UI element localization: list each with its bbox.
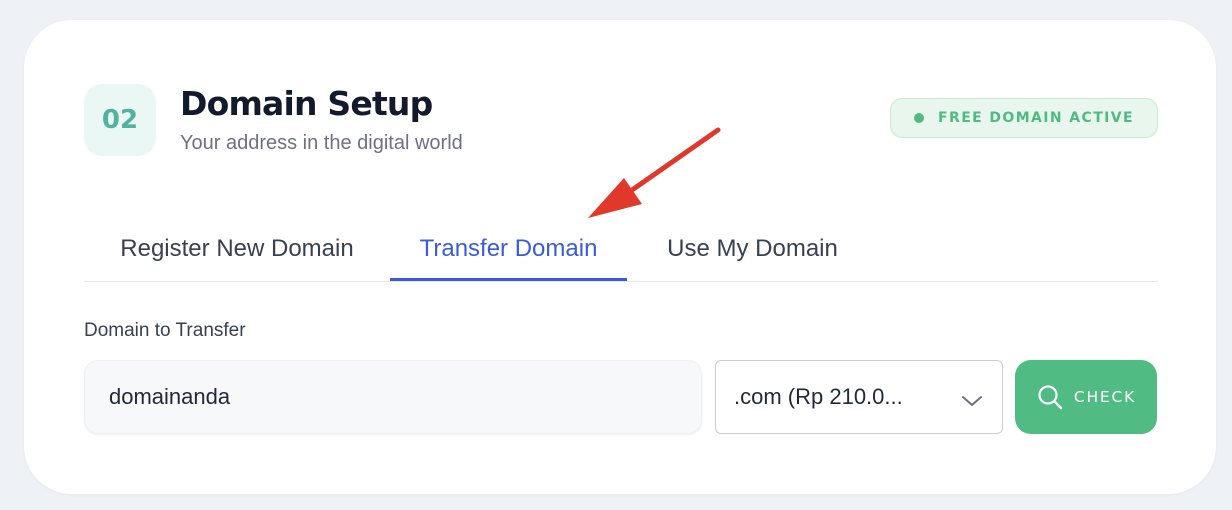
domain-tabs: Register New Domain Transfer Domain Use … xyxy=(84,218,1158,282)
status-badge-label: FREE DOMAIN ACTIVE xyxy=(938,110,1134,126)
domain-input[interactable] xyxy=(84,360,702,434)
tld-select[interactable]: .com (Rp 210.0... xyxy=(715,360,1003,434)
section-subtitle: Your address in the digital world xyxy=(180,132,463,154)
tld-selected-value: .com (Rp 210.0... xyxy=(734,384,903,409)
chevron-down-icon xyxy=(962,396,982,406)
section-title: Domain Setup xyxy=(180,84,433,123)
domain-field-label: Domain to Transfer xyxy=(84,320,246,341)
active-tab-indicator xyxy=(390,278,627,281)
tab-use-my-domain[interactable]: Use My Domain xyxy=(644,218,861,280)
domain-setup-card: 02 Domain Setup Your address in the digi… xyxy=(24,20,1216,494)
search-icon xyxy=(1038,385,1063,410)
check-button[interactable]: CHECK xyxy=(1015,360,1157,434)
tab-transfer-domain[interactable]: Transfer Domain xyxy=(390,218,627,280)
check-button-label: CHECK xyxy=(1073,388,1137,406)
free-domain-status-badge: FREE DOMAIN ACTIVE xyxy=(890,98,1158,138)
red-arrow-annotation xyxy=(588,127,721,218)
status-dot-icon xyxy=(914,113,925,123)
tab-register-new-domain[interactable]: Register New Domain xyxy=(84,218,390,280)
step-number-badge: 02 xyxy=(84,84,156,156)
